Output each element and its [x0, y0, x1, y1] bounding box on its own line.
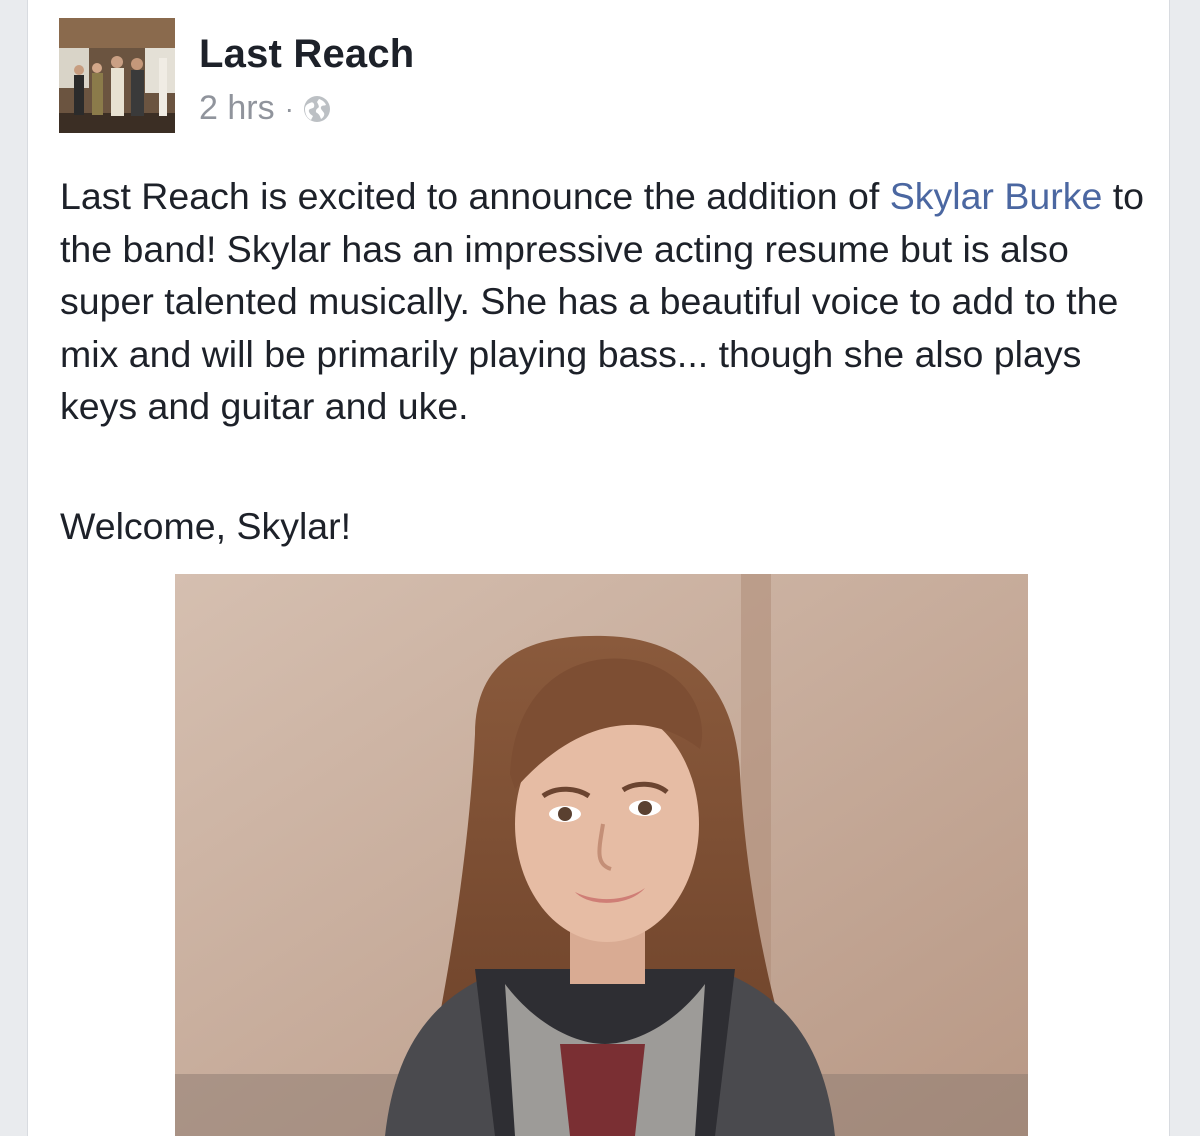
page-name[interactable]: Last Reach: [199, 32, 414, 77]
post-meta: 2 hrs ·: [199, 89, 332, 128]
globe-icon[interactable]: [302, 94, 332, 124]
post-body-intro: Last Reach is excited to announce the ad…: [60, 175, 890, 217]
post-welcome-line: Welcome, Skylar!: [60, 505, 352, 547]
mention-link[interactable]: Skylar Burke: [890, 175, 1103, 217]
post-card: Last Reach 2 hrs · Last Reach is excited…: [27, 0, 1170, 1136]
portrait-photo-icon: [175, 574, 1028, 1136]
band-group-photo-icon: [59, 18, 175, 133]
timestamp[interactable]: 2 hrs: [199, 89, 275, 128]
post-photo[interactable]: [175, 574, 1028, 1136]
page-avatar[interactable]: [59, 18, 175, 133]
post-body: Last Reach is excited to announce the ad…: [60, 170, 1150, 433]
meta-separator: ·: [284, 92, 294, 124]
